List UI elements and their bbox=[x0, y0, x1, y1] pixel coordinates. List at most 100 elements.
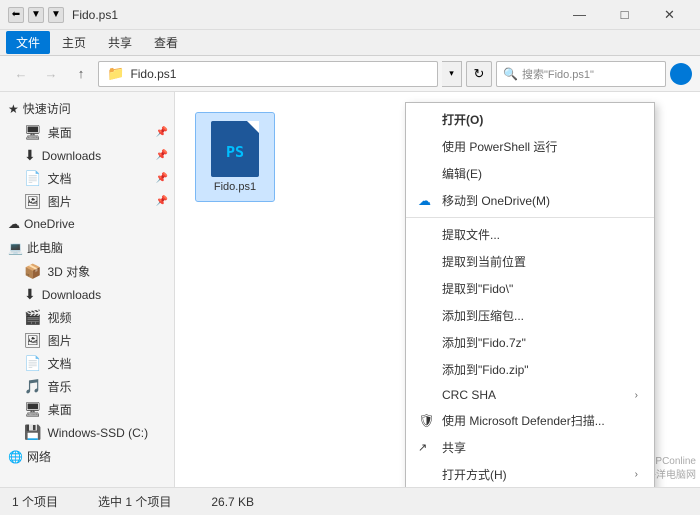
sidebar-computer-header[interactable]: 💻 此电脑 bbox=[0, 235, 174, 260]
menu-home[interactable]: 主页 bbox=[52, 31, 96, 54]
menu-file[interactable]: 文件 bbox=[6, 31, 50, 54]
sidebar-item-label: 图片 bbox=[48, 332, 72, 349]
sidebar-item-downloads2[interactable]: ⬇ Downloads bbox=[0, 283, 174, 306]
computer-icon: 💻 bbox=[8, 241, 23, 255]
sidebar-item-pictures1[interactable]: 🖼 图片 📌 bbox=[0, 190, 174, 213]
pictures-icon2: 🖼 bbox=[24, 332, 42, 349]
context-menu: 打开(O) 使用 PowerShell 运行 编辑(E) ☁ 移动到 OneDr… bbox=[405, 102, 655, 487]
sidebar-item-videos[interactable]: 🎬 视频 bbox=[0, 306, 174, 329]
sidebar-item-docs2[interactable]: 📄 文档 bbox=[0, 352, 174, 375]
sidebar-onedrive-header[interactable]: ☁ OneDrive bbox=[0, 213, 174, 235]
maximize-button[interactable]: □ bbox=[602, 0, 647, 30]
ctx-open[interactable]: 打开(O) bbox=[406, 106, 654, 133]
menu-view[interactable]: 查看 bbox=[144, 31, 188, 54]
sidebar-item-drive[interactable]: 💾 Windows-SSD (C:) bbox=[0, 421, 174, 444]
close-button[interactable]: ✕ bbox=[647, 0, 692, 30]
sidebar-item-downloads1[interactable]: ⬇ Downloads 📌 bbox=[0, 144, 174, 167]
download-icon: ⬇ bbox=[24, 147, 36, 164]
search-icon: 🔍 bbox=[503, 67, 518, 81]
minimize-button[interactable]: — bbox=[557, 0, 602, 30]
help-button[interactable] bbox=[670, 63, 692, 85]
quick-access-icon1[interactable]: ⬅ bbox=[8, 7, 24, 23]
search-bar[interactable]: 🔍 搜索"Fido.ps1" bbox=[496, 61, 666, 87]
sidebar-item-label: Downloads bbox=[42, 149, 101, 163]
sidebar-quickaccess-header[interactable]: ★ 快速访问 bbox=[0, 96, 174, 121]
ctx-add-zip[interactable]: 添加到"Fido.zip" bbox=[406, 356, 654, 383]
sidebar-item-music[interactable]: 🎵 音乐 bbox=[0, 375, 174, 398]
ctx-extract-file[interactable]: 提取文件... bbox=[406, 221, 654, 248]
ctx-add-7z[interactable]: 添加到"Fido.7z" bbox=[406, 329, 654, 356]
ctx-share-icon: ↗ bbox=[418, 441, 434, 454]
ctx-archive-label: 添加到压缩包... bbox=[442, 307, 638, 324]
pin-icon: 📌 bbox=[156, 127, 168, 138]
sidebar-network-header[interactable]: 🌐 网络 bbox=[0, 444, 174, 469]
address-dropdown[interactable]: ▾ bbox=[442, 61, 462, 87]
sidebar-item-pictures2[interactable]: 🖼 图片 bbox=[0, 329, 174, 352]
sidebar-item-desktop2[interactable]: 🖥 桌面 bbox=[0, 398, 174, 421]
status-count: 1 个项目 bbox=[12, 493, 58, 510]
quick-access-icon3[interactable]: ▼ bbox=[48, 7, 64, 23]
ctx-extract-fido[interactable]: 提取到"Fido\" bbox=[406, 275, 654, 302]
ctx-defender[interactable]: 🛡 使用 Microsoft Defender扫描... bbox=[406, 407, 654, 434]
forward-button[interactable]: → bbox=[38, 61, 64, 87]
network-label: 网络 bbox=[27, 448, 51, 465]
ctx-extract-here[interactable]: 提取到当前位置 bbox=[406, 248, 654, 275]
pin-icon: 📌 bbox=[156, 173, 168, 184]
content-area[interactable]: PS Fido.ps1 打开(O) 使用 PowerShell 运行 编辑(E)… bbox=[175, 92, 700, 487]
ctx-extract-label: 提取文件... bbox=[442, 226, 638, 243]
ctx-open-with[interactable]: 打开方式(H) › bbox=[406, 461, 654, 487]
window-controls: — □ ✕ bbox=[557, 0, 692, 30]
ctx-crc-label: CRC SHA bbox=[442, 388, 627, 402]
sidebar-item-label: 桌面 bbox=[48, 401, 72, 418]
address-bar[interactable]: 📁 Fido.ps1 bbox=[98, 61, 438, 87]
address-text: Fido.ps1 bbox=[130, 67, 176, 81]
ps1-label: PS bbox=[226, 143, 244, 161]
document-icon: 📄 bbox=[24, 170, 41, 187]
quickaccess-label: 快速访问 bbox=[23, 100, 71, 117]
3d-icon: 📦 bbox=[24, 263, 41, 280]
sidebar-item-3dobjects[interactable]: 📦 3D 对象 bbox=[0, 260, 174, 283]
refresh-button[interactable]: ↻ bbox=[466, 61, 492, 87]
ctx-cloud-icon: ☁ bbox=[418, 193, 434, 209]
toolbar: ← → ↑ 📁 Fido.ps1 ▾ ↻ 🔍 搜索"Fido.ps1" bbox=[0, 56, 700, 92]
ctx-defender-icon: 🛡 bbox=[418, 413, 434, 429]
ctx-share[interactable]: ↗ 共享 bbox=[406, 434, 654, 461]
menu-share[interactable]: 共享 bbox=[98, 31, 142, 54]
quick-access-icon2[interactable]: ▼ bbox=[28, 7, 44, 23]
drive-icon: 💾 bbox=[24, 424, 41, 441]
ctx-crcsha[interactable]: CRC SHA › bbox=[406, 383, 654, 407]
status-bar: 1 个项目 选中 1 个项目 26.7 KB bbox=[0, 487, 700, 515]
ctx-extract-here-label: 提取到当前位置 bbox=[442, 253, 638, 270]
ctx-powershell[interactable]: 使用 PowerShell 运行 bbox=[406, 133, 654, 160]
ctx-open-label: 打开(O) bbox=[442, 111, 638, 128]
download-icon2: ⬇ bbox=[24, 286, 36, 303]
sidebar-item-label: 图片 bbox=[48, 193, 72, 210]
file-name: Fido.ps1 bbox=[214, 181, 256, 193]
sidebar-item-desktop1[interactable]: 🖥 桌面 📌 bbox=[0, 121, 174, 144]
sidebar-item-label: 文档 bbox=[47, 170, 71, 187]
window-title: Fido.ps1 bbox=[72, 8, 557, 22]
ctx-ps-label: 使用 PowerShell 运行 bbox=[442, 138, 638, 155]
sidebar-item-label: Downloads bbox=[42, 288, 101, 302]
sidebar-item-docs1[interactable]: 📄 文档 📌 bbox=[0, 167, 174, 190]
ctx-onedrive[interactable]: ☁ 移动到 OneDrive(M) bbox=[406, 187, 654, 214]
ctx-add-archive[interactable]: 添加到压缩包... bbox=[406, 302, 654, 329]
menu-bar: 文件 主页 共享 查看 bbox=[0, 30, 700, 56]
sidebar-item-label: 3D 对象 bbox=[47, 263, 90, 280]
ctx-7z-label: 添加到"Fido.7z" bbox=[442, 334, 638, 351]
ctx-zip-label: 添加到"Fido.zip" bbox=[442, 361, 638, 378]
pin-icon: 📌 bbox=[156, 196, 168, 207]
desktop-icon: 🖥 bbox=[24, 124, 42, 141]
status-selected: 选中 1 个项目 bbox=[98, 493, 171, 510]
ctx-edit[interactable]: 编辑(E) bbox=[406, 160, 654, 187]
up-button[interactable]: ↑ bbox=[68, 61, 94, 87]
file-item-fido[interactable]: PS Fido.ps1 bbox=[195, 112, 275, 202]
onedrive-label: OneDrive bbox=[24, 217, 75, 231]
desktop-icon2: 🖥 bbox=[24, 401, 42, 418]
ctx-openwith-arrow: › bbox=[635, 469, 638, 480]
pin-icon: 📌 bbox=[156, 150, 168, 161]
quick-access-toolbar: ⬅ ▼ ▼ bbox=[8, 7, 64, 23]
docs-icon2: 📄 bbox=[24, 355, 41, 372]
sidebar: ★ 快速访问 🖥 桌面 📌 ⬇ Downloads 📌 📄 文档 📌 🖼 图片 … bbox=[0, 92, 175, 487]
back-button[interactable]: ← bbox=[8, 61, 34, 87]
